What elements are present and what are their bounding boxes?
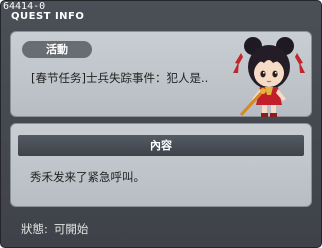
activity-badge: 活動 [22, 41, 92, 58]
window-title: QUEST INFO [11, 11, 85, 22]
npc-portrait-icon [233, 37, 305, 117]
quest-name: [春节任务]士兵失踪事件：犯人是.. [31, 71, 209, 85]
content-text: 秀禾发来了紧急呼叫。 [30, 170, 145, 184]
content-header: 內容 [18, 135, 304, 156]
quest-summary-panel: 活動 [春节任务]士兵失踪事件：犯人是.. [10, 31, 312, 117]
status-value: 可開始 [53, 222, 89, 236]
quest-content-panel: 內容 秀禾发来了紧急呼叫。 [10, 123, 312, 207]
quest-info-window: 64414-0 QUEST INFO 活動 [春节任务]士兵失踪事件：犯人是.. [0, 0, 322, 248]
status-label: 狀態: [21, 222, 48, 236]
quest-status: 狀態: 可開始 [21, 221, 94, 237]
